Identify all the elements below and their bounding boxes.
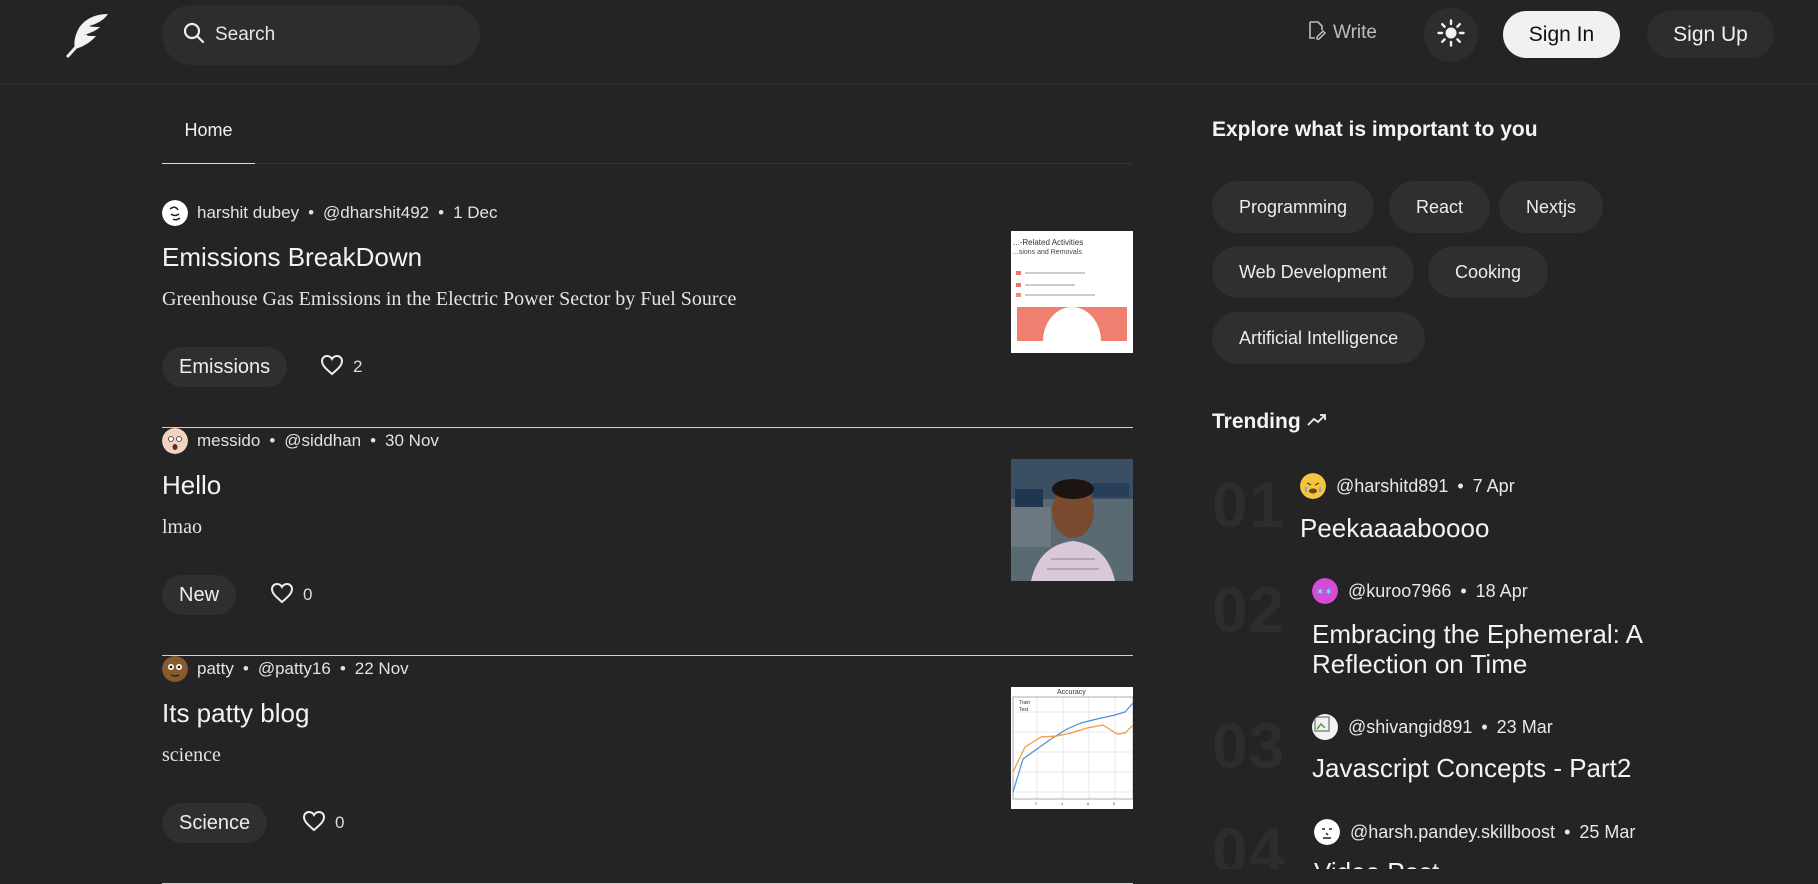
trending-meta: ✶✶ @kuroo7966 • 18 Apr (1312, 577, 1528, 605)
post-date: 22 Nov (354, 659, 409, 678)
avatar (162, 428, 188, 454)
topic-chip-web-development[interactable]: Web Development (1212, 246, 1414, 298)
avatar (1312, 714, 1338, 740)
post-tag[interactable]: New (162, 575, 237, 615)
feed-tabs: Home (162, 100, 1133, 164)
trending-title[interactable]: Peekaaaaboooo (1300, 513, 1489, 543)
write-label: Write (1333, 22, 1377, 43)
avatar: ✶✶ (1312, 578, 1338, 604)
trending-handle[interactable]: @kuroo7966 (1348, 581, 1451, 602)
trending-meta: @shivangid891 • 23 Mar (1312, 713, 1553, 741)
post-title[interactable]: Hello (162, 470, 221, 501)
trending-handle[interactable]: @harsh.pandey.skillboost (1350, 822, 1555, 843)
trending-title[interactable]: Video Post (1314, 857, 1439, 869)
feather-logo-icon[interactable] (64, 12, 112, 58)
sign-up-button[interactable]: Sign Up (1647, 11, 1774, 58)
write-button[interactable]: Write (1306, 18, 1377, 48)
trending-rank: 04 (1212, 815, 1286, 869)
post-title[interactable]: Emissions BreakDown (162, 242, 422, 273)
search-input[interactable] (215, 24, 455, 46)
post-card[interactable]: patty • @patty16 • 22 Nov Its patty blog… (162, 655, 1133, 884)
avatar (1300, 473, 1326, 499)
sign-in-button[interactable]: Sign In (1503, 11, 1620, 58)
sun-icon (1437, 18, 1465, 52)
post-thumbnail[interactable]: ...-Related Activities ...sions and Remo… (1011, 231, 1133, 353)
post-date: 1 Dec (453, 203, 498, 222)
post-description: science (162, 744, 221, 766)
author-name[interactable]: harshit dubey (197, 203, 299, 223)
avatar (1314, 819, 1340, 845)
trending-rank: 03 (1212, 710, 1286, 782)
svg-text:Test: Test (1019, 707, 1029, 713)
svg-text:...-Related Activities: ...-Related Activities (1013, 238, 1083, 247)
heart-icon (320, 354, 353, 381)
author-handle[interactable]: @siddhan (284, 431, 361, 451)
like-count: 0 (335, 813, 345, 832)
tab-home[interactable]: Home (162, 100, 255, 164)
post-title[interactable]: Its patty blog (162, 698, 309, 729)
heart-icon (270, 582, 303, 609)
edit-icon (1306, 20, 1333, 46)
trending-handle[interactable]: @harshitd891 (1336, 476, 1448, 497)
post-description: Greenhouse Gas Emissions in the Electric… (162, 288, 737, 310)
trending-handle[interactable]: @shivangid891 (1348, 717, 1472, 738)
topic-chip-nextjs[interactable]: Nextjs (1499, 181, 1604, 233)
topic-chip-react[interactable]: React (1389, 181, 1491, 233)
author-handle[interactable]: @patty16 (258, 659, 331, 679)
like-button[interactable]: 2 (320, 347, 362, 387)
heart-icon (302, 810, 335, 837)
topic-chip-artificial-intelligence[interactable]: Artificial Intelligence (1212, 312, 1426, 364)
trending-item[interactable]: 03 @shivangid891 • 23 Mar Javascript Con… (1212, 709, 1772, 799)
theme-toggle-button[interactable] (1424, 8, 1478, 62)
svg-text:✶✶: ✶✶ (1316, 587, 1333, 598)
post-meta: harshit dubey • @dharshit492 • 1 Dec (162, 199, 498, 227)
trending-date: 23 Mar (1496, 716, 1553, 737)
trending-item[interactable]: 04 @harsh.pandey.skillboost • 25 Mar Vid… (1212, 814, 1772, 869)
search-bar[interactable] (162, 5, 480, 65)
trend-up-icon (1301, 410, 1327, 434)
trending-item[interactable]: 01 @harshitd891 • 7 Apr Peekaaaaboooo (1212, 468, 1772, 568)
avatar (162, 656, 188, 682)
like-count: 0 (303, 585, 313, 604)
post-description: lmao (162, 516, 202, 538)
topic-chip-programming[interactable]: Programming (1212, 181, 1375, 233)
top-navbar: Write Sign In Sign Up (0, 0, 1818, 84)
post-thumbnail[interactable] (1011, 459, 1133, 581)
trending-date: 25 Mar (1579, 821, 1636, 842)
svg-text:...sions and Removals: ...sions and Removals (1013, 249, 1082, 256)
trending-item[interactable]: 02 ✶✶ @kuroo7966 • 18 Apr Embracing the … (1212, 573, 1772, 703)
explore-heading: Explore what is important to you (1212, 118, 1538, 141)
trending-meta: @harsh.pandey.skillboost • 25 Mar (1314, 818, 1635, 846)
author-handle[interactable]: @dharshit492 (323, 203, 429, 223)
like-button[interactable]: 0 (302, 803, 344, 843)
trending-rank: 02 (1212, 574, 1286, 646)
post-card[interactable]: messido • @siddhan • 30 Nov Hello lmao N… (162, 427, 1133, 656)
svg-text:Train: Train (1019, 700, 1030, 706)
post-meta: patty • @patty16 • 22 Nov (162, 655, 409, 683)
trending-meta: @harshitd891 • 7 Apr (1300, 472, 1515, 500)
post-date: 30 Nov (385, 431, 439, 450)
post-card[interactable]: harshit dubey • @dharshit492 • 1 Dec Emi… (162, 199, 1133, 428)
author-name[interactable]: messido (197, 431, 260, 451)
topic-chip-cooking[interactable]: Cooking (1428, 246, 1549, 298)
like-button[interactable]: 0 (270, 575, 312, 615)
svg-text:Accuracy: Accuracy (1057, 689, 1086, 696)
avatar (162, 200, 188, 226)
author-name[interactable]: patty (197, 659, 234, 679)
trending-title[interactable]: Javascript Concepts - Part2 (1312, 753, 1631, 783)
post-thumbnail[interactable]: Accuracy Train Test 2468 (1011, 687, 1133, 809)
trending-title[interactable]: Embracing the Ephemeral: A Reflection on… (1312, 619, 1712, 679)
trending-heading: Trending (1212, 410, 1327, 434)
search-icon (182, 21, 206, 50)
trending-date: 7 Apr (1472, 475, 1515, 496)
trending-rank: 01 (1212, 469, 1286, 541)
trending-date: 18 Apr (1475, 580, 1528, 601)
like-count: 2 (353, 357, 363, 376)
post-tag[interactable]: Emissions (162, 347, 288, 387)
post-meta: messido • @siddhan • 30 Nov (162, 427, 439, 455)
post-tag[interactable]: Science (162, 803, 268, 843)
